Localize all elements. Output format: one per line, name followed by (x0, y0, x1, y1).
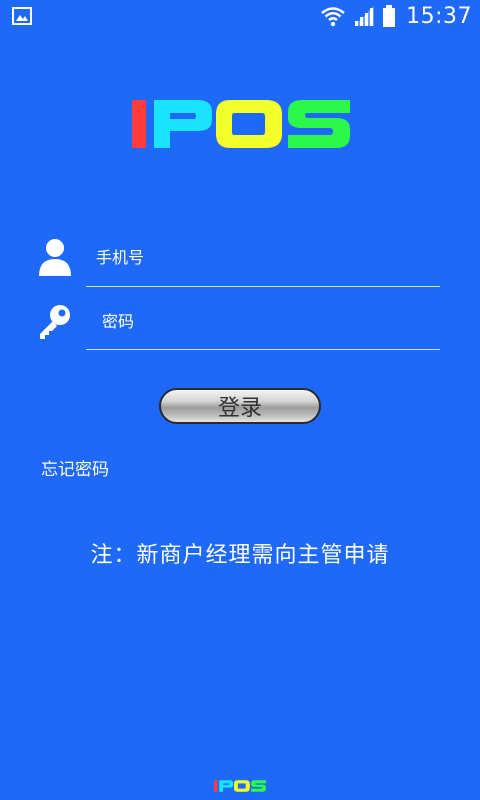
status-icons: 15:37 (320, 0, 472, 32)
wifi-icon (321, 7, 345, 27)
password-row (36, 296, 450, 358)
user-icon (39, 239, 71, 276)
login-button-label: 登录 (217, 396, 262, 421)
ipos-logo (132, 100, 350, 148)
login-button[interactable]: 登录 (159, 388, 321, 424)
password-underline (86, 349, 440, 350)
notice-text: 注：新商户经理需向主管申请 (90, 543, 390, 568)
image-notification-icon (12, 7, 32, 25)
password-input[interactable] (92, 296, 450, 346)
phone-row (36, 232, 444, 294)
forgot-password-link[interactable]: 忘记密码 (41, 455, 109, 480)
phone-input[interactable] (92, 232, 444, 282)
status-bar: 15:37 (0, 0, 480, 32)
phone-underline (86, 286, 440, 287)
key-icon (40, 305, 70, 339)
footer-ipos-logo (214, 780, 266, 792)
signal-icon (354, 6, 375, 26)
status-time: 15:37 (406, 3, 472, 29)
battery-icon (383, 5, 396, 27)
